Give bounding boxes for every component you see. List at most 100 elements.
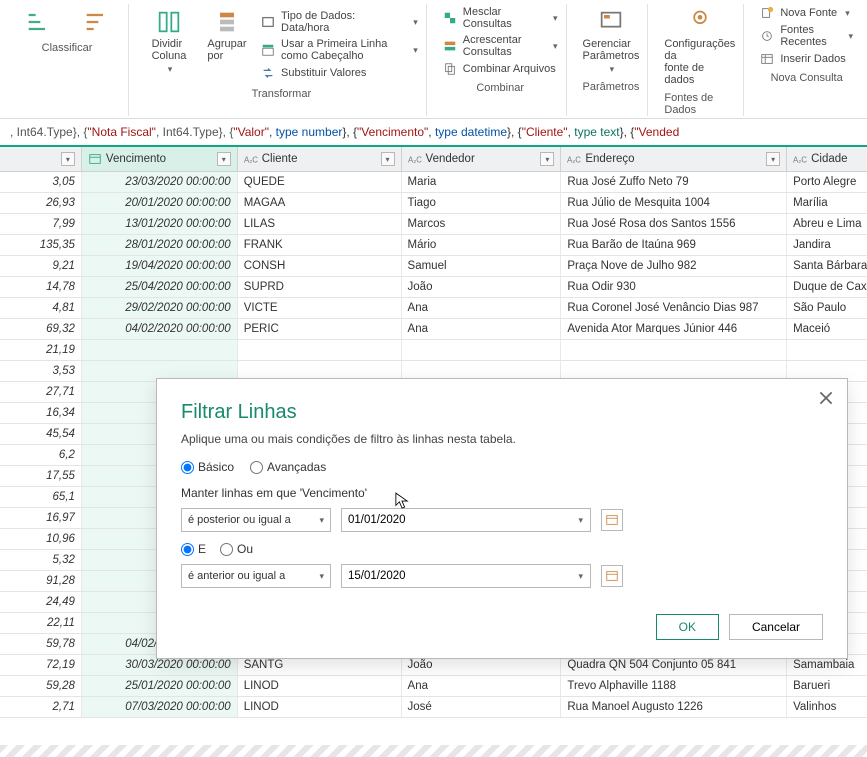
cell-valor: 21,19 <box>0 340 82 360</box>
cell-endereco: Rua Coronel José Venâncio Dias 987 <box>561 298 787 318</box>
enter-data-button[interactable]: Inserir Dados <box>760 52 853 66</box>
svg-text:A₂C: A₂C <box>244 156 258 165</box>
ribbon: Classificar Dividir Coluna Agrupar por T… <box>0 0 867 119</box>
table-row[interactable]: 4,8129/02/2020 00:00:00VICTEAnaRua Coron… <box>0 298 867 319</box>
svg-text:A₂C: A₂C <box>408 156 422 165</box>
cell-vendedor: Ana <box>402 319 562 339</box>
group-by-button[interactable]: Agrupar por <box>203 8 251 62</box>
cell-endereco: Rua Odir 930 <box>561 277 787 297</box>
append-queries-button[interactable]: Acrescentar Consultas <box>443 34 558 58</box>
cell-valor: 16,34 <box>0 403 82 423</box>
replace-values-button[interactable]: Substituir Valores <box>261 66 418 80</box>
cell-endereco: Praça Nove de Julho 982 <box>561 256 787 276</box>
table-row[interactable]: 26,9320/01/2020 00:00:00MAGAATiagoRua Jú… <box>0 193 867 214</box>
svg-text:A₂C: A₂C <box>793 156 807 165</box>
column-header-vencimento[interactable]: Vencimento ▾ <box>82 147 238 171</box>
filter-rows-dialog: Filtrar Linhas Aplique uma ou mais condi… <box>156 378 848 659</box>
filter-dropdown-icon[interactable]: ▾ <box>61 152 75 166</box>
value-input-1[interactable] <box>341 508 591 532</box>
recent-icon <box>760 29 774 43</box>
cell-vencimento: 29/02/2020 00:00:00 <box>82 298 238 318</box>
split-column-button[interactable]: Dividir Coluna <box>145 8 193 75</box>
cell-valor: 65,1 <box>0 487 82 507</box>
cell-endereco: Trevo Alphaville 1188 <box>561 676 787 696</box>
radio-or[interactable]: Ou <box>220 542 253 556</box>
datatype-dropdown[interactable]: Tipo de Dados: Data/hora <box>261 10 418 34</box>
cell-endereco: Rua Manoel Augusto 1226 <box>561 697 787 717</box>
table-row[interactable]: 3,0523/03/2020 00:00:00QUEDEMariaRua Jos… <box>0 172 867 193</box>
column-header-cliente[interactable]: A₂C Cliente ▾ <box>238 147 402 171</box>
sort-asc-button[interactable] <box>14 8 62 36</box>
cell-valor: 5,32 <box>0 550 82 570</box>
cell-endereco: Rua José Zuffo Neto 79 <box>561 172 787 192</box>
cell-endereco: Rua Júlio de Mesquita 1004 <box>561 193 787 213</box>
column-header-vendedor[interactable]: A₂C Vendedor ▾ <box>402 147 562 171</box>
formula-bar[interactable]: , Int64.Type}, {"Nota Fiscal", Int64.Typ… <box>0 119 867 147</box>
filter-dropdown-icon[interactable]: ▾ <box>766 152 780 166</box>
cell-cidade: Barueri <box>787 676 867 696</box>
table-row[interactable]: 21,19 <box>0 340 867 361</box>
calendar-button-2[interactable] <box>601 565 623 587</box>
cell-valor: 10,96 <box>0 529 82 549</box>
merge-queries-button[interactable]: Mesclar Consultas <box>443 6 558 30</box>
combine-files-button[interactable]: Combinar Arquivos <box>443 62 558 76</box>
table-row[interactable]: 9,2119/04/2020 00:00:00CONSHSamuelPraça … <box>0 256 867 277</box>
radio-advanced[interactable]: Avançadas <box>250 460 326 474</box>
table-row[interactable]: 69,3204/02/2020 00:00:00PERICAnaAvenida … <box>0 319 867 340</box>
column-header-endereco[interactable]: A₂C Endereço ▾ <box>561 147 787 171</box>
cell-cliente: QUEDE <box>238 172 402 192</box>
ribbon-group-datasources: Configurações da fonte de dados Fontes d… <box>656 4 744 116</box>
operator-dropdown-1[interactable]: é posterior ou igual a <box>181 508 331 532</box>
cell-vencimento: 07/03/2020 00:00:00 <box>82 697 238 717</box>
recent-sources-button[interactable]: Fontes Recentes <box>760 24 853 48</box>
manage-parameters-button[interactable]: Gerenciar Parâmetros <box>583 8 640 75</box>
cell-cliente <box>238 340 402 360</box>
ok-button[interactable]: OK <box>656 614 719 640</box>
cell-cidade <box>787 340 867 360</box>
radio-basic[interactable]: Básico <box>181 460 234 474</box>
datasource-settings-button[interactable]: Configurações da fonte de dados <box>664 8 735 86</box>
cell-valor: 17,55 <box>0 466 82 486</box>
calendar-button-1[interactable] <box>601 509 623 531</box>
filter-dropdown-icon[interactable]: ▾ <box>540 152 554 166</box>
cell-cidade: Santa Bárbara <box>787 256 867 276</box>
cell-vencimento: 20/01/2020 00:00:00 <box>82 193 238 213</box>
cell-valor: 6,2 <box>0 445 82 465</box>
table-row[interactable]: 2,7107/03/2020 00:00:00LINODJoséRua Mano… <box>0 697 867 718</box>
column-header-cidade[interactable]: A₂C Cidade <box>787 147 867 171</box>
table-row[interactable]: 135,3528/01/2020 00:00:00FRANKMárioRua B… <box>0 235 867 256</box>
close-button[interactable] <box>817 389 835 407</box>
ribbon-group-label: Transformar <box>252 88 312 100</box>
filter-dropdown-icon[interactable]: ▾ <box>217 152 231 166</box>
table-row[interactable]: 14,7825/04/2020 00:00:00SUPRDJoãoRua Odi… <box>0 277 867 298</box>
operator-dropdown-2[interactable]: é anterior ou igual a <box>181 564 331 588</box>
table-row[interactable]: 59,2825/01/2020 00:00:00LINODAnaTrevo Al… <box>0 676 867 697</box>
cell-cidade: Duque de Caxia <box>787 277 867 297</box>
new-source-button[interactable]: Nova Fonte <box>760 6 853 20</box>
column-header-valor[interactable]: ▾ <box>0 147 82 171</box>
sort-desc-button[interactable] <box>72 8 120 36</box>
cancel-button[interactable]: Cancelar <box>729 614 823 640</box>
dialog-title: Filtrar Linhas <box>181 401 823 424</box>
cell-cliente: SUPRD <box>238 277 402 297</box>
table-header-icon <box>261 43 275 57</box>
cell-endereco: Rua José Rosa dos Santos 1556 <box>561 214 787 234</box>
cell-valor: 9,21 <box>0 256 82 276</box>
cell-vendedor: Maria <box>402 172 562 192</box>
split-column-icon <box>155 8 183 36</box>
value-input-2[interactable] <box>341 564 591 588</box>
cell-vendedor: João <box>402 277 562 297</box>
cell-cidade: Porto Alegre <box>787 172 867 192</box>
gear-datasource-icon <box>686 8 714 36</box>
table-row[interactable]: 7,9913/01/2020 00:00:00LILASMarcosRua Jo… <box>0 214 867 235</box>
filter-dropdown-icon[interactable]: ▾ <box>381 152 395 166</box>
cell-vencimento: 23/03/2020 00:00:00 <box>82 172 238 192</box>
radio-and[interactable]: E <box>181 542 206 556</box>
cell-valor: 3,53 <box>0 361 82 381</box>
cell-endereco: Rua Barão de Itaúna 969 <box>561 235 787 255</box>
bottom-cut-edge <box>0 745 867 757</box>
cursor-icon <box>395 492 409 510</box>
first-row-header-button[interactable]: Usar a Primeira Linha como Cabeçalho <box>261 38 418 62</box>
cell-valor: 14,78 <box>0 277 82 297</box>
ribbon-group-transform: Dividir Coluna Agrupar por Tipo de Dados… <box>137 4 427 116</box>
